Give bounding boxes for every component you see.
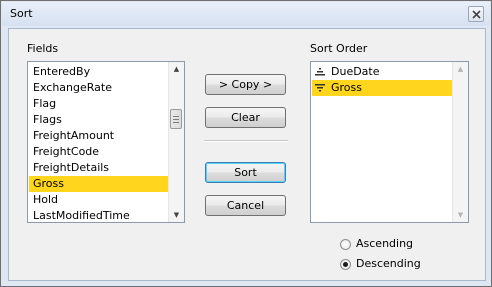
sort-button[interactable]: Sort xyxy=(205,162,286,183)
sort-order-list-item[interactable]: DueDate xyxy=(312,64,453,80)
dialog-body: Fields EnteredBy ExchangeRate Flag Flags Fre… xyxy=(8,28,486,281)
sort-ascending-icon xyxy=(315,68,325,76)
field-list-item[interactable]: Flags xyxy=(29,112,169,128)
field-list-item[interactable]: Gross xyxy=(29,176,169,192)
descending-label[interactable]: Descending xyxy=(356,257,421,270)
sort-order-label: Sort Order xyxy=(310,42,368,55)
sort-order-item-label: Gross xyxy=(331,81,362,94)
clear-button[interactable]: Clear xyxy=(205,107,286,128)
field-list-item[interactable]: Hold xyxy=(29,192,169,208)
sort-descending-icon xyxy=(315,84,325,92)
scroll-down-arrow-icon[interactable]: ▼ xyxy=(169,208,184,222)
field-list-item[interactable]: Flag xyxy=(29,96,169,112)
fields-label: Fields xyxy=(27,42,59,55)
scroll-thumb[interactable] xyxy=(170,109,182,129)
separator xyxy=(204,140,288,142)
sort-order-listbox[interactable]: DueDate Gross ▲ ▼ xyxy=(310,61,469,223)
field-list-item[interactable]: FreightDetails xyxy=(29,160,169,176)
field-list-item[interactable]: LastModifiedTime xyxy=(29,208,169,222)
sort-order-item-label: DueDate xyxy=(331,65,380,78)
fields-scrollbar[interactable]: ▲ ▼ xyxy=(168,62,184,222)
ascending-radio[interactable] xyxy=(340,239,351,250)
scroll-up-arrow-icon[interactable]: ▲ xyxy=(169,62,184,76)
scroll-up-arrow-icon[interactable]: ▲ xyxy=(453,62,468,76)
field-list-item[interactable]: FreightAmount xyxy=(29,128,169,144)
copy-button[interactable]: > Copy > xyxy=(205,74,286,95)
fields-listbox[interactable]: EnteredBy ExchangeRate Flag Flags FreightAmo… xyxy=(27,61,185,223)
sort-dialog: Sort Fields EnteredBy ExchangeRate Flag Fla… xyxy=(0,0,492,287)
sort-order-list-item[interactable]: Gross xyxy=(312,80,453,96)
cancel-button[interactable]: Cancel xyxy=(205,195,286,216)
close-button[interactable] xyxy=(468,6,484,22)
close-icon xyxy=(472,10,481,19)
scroll-down-arrow-icon[interactable]: ▼ xyxy=(453,208,468,222)
field-list-item[interactable]: FreightCode xyxy=(29,144,169,160)
ascending-label[interactable]: Ascending xyxy=(356,237,413,250)
window-title: Sort xyxy=(10,7,33,20)
sort-order-scrollbar[interactable]: ▲ ▼ xyxy=(452,62,468,222)
field-list-item[interactable]: ExchangeRate xyxy=(29,80,169,96)
title-bar[interactable]: Sort xyxy=(2,2,490,26)
descending-radio[interactable] xyxy=(340,259,351,270)
field-list-item[interactable]: EnteredBy xyxy=(29,64,169,80)
